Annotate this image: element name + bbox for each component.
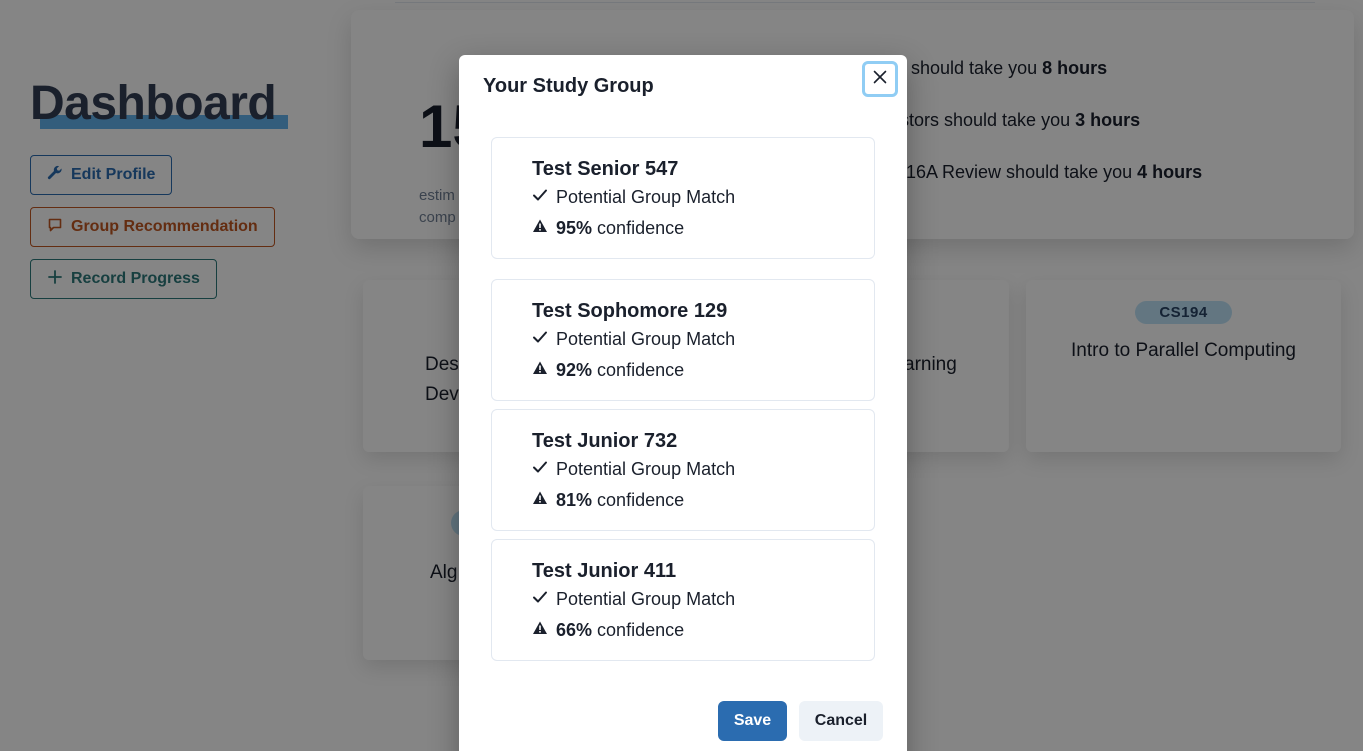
- modal-title: Your Study Group: [483, 75, 654, 97]
- cancel-button[interactable]: Cancel: [799, 701, 883, 741]
- confidence-line: 81% confidence: [532, 485, 874, 516]
- confidence-line: 95% confidence: [532, 213, 874, 244]
- member-name: Test Sophomore 129: [532, 300, 728, 322]
- warning-icon: [532, 485, 548, 516]
- member-name: Test Junior 732: [532, 430, 678, 452]
- close-icon: [873, 70, 887, 89]
- warning-icon: [532, 355, 548, 386]
- match-status: Potential Group Match: [532, 584, 874, 615]
- check-icon: [532, 454, 548, 485]
- group-member-card: Test Junior 732 Potential Group Match 81…: [491, 409, 875, 531]
- confidence-value: 81%: [556, 490, 593, 510]
- check-icon: [532, 584, 548, 615]
- close-button[interactable]: [862, 61, 898, 97]
- confidence-line: 92% confidence: [532, 355, 874, 386]
- check-icon: [532, 324, 548, 355]
- warning-icon: [532, 615, 548, 646]
- warning-icon: [532, 213, 548, 244]
- page-title: Dashboard: [30, 76, 289, 131]
- save-button[interactable]: Save: [718, 701, 787, 741]
- match-status: Potential Group Match: [532, 454, 874, 485]
- member-name: Test Senior 547: [532, 158, 679, 180]
- confidence-value: 66%: [556, 620, 593, 640]
- group-member-card: Test Senior 547 Potential Group Match 95…: [491, 137, 875, 259]
- match-status: Potential Group Match: [532, 182, 874, 213]
- confidence-value: 95%: [556, 218, 593, 238]
- confidence-line: 66% confidence: [532, 615, 874, 646]
- group-member-card: Test Junior 411 Potential Group Match 66…: [491, 539, 875, 661]
- confidence-value: 92%: [556, 360, 593, 380]
- study-group-modal: Your Study Group Test Senior 547 Potenti…: [459, 55, 907, 751]
- match-status: Potential Group Match: [532, 324, 874, 355]
- group-member-card: Test Sophomore 129 Potential Group Match…: [491, 279, 875, 401]
- check-icon: [532, 182, 548, 213]
- member-name: Test Junior 411: [532, 560, 677, 582]
